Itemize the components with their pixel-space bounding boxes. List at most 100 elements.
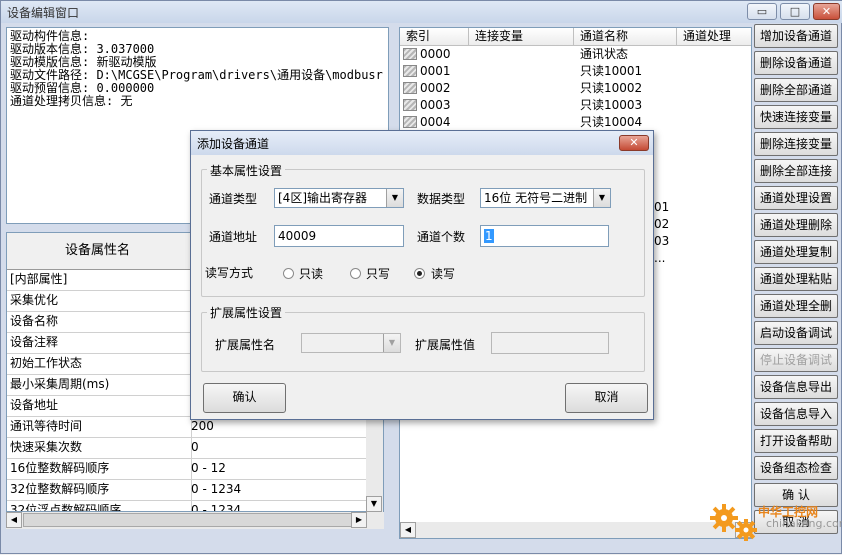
scroll-down-icon[interactable]: ▼ <box>366 496 382 512</box>
channel-row[interactable]: 0003 只读10003 <box>400 97 751 114</box>
column-header-variable[interactable]: 连接变量 <box>469 28 574 46</box>
action-button[interactable]: 通道处理删除 <box>754 213 838 237</box>
channel-icon <box>403 65 417 77</box>
property-row[interactable]: 32位浮点数解码顺序 0 - 1234 <box>7 500 376 511</box>
action-button[interactable]: 删除全部连接 <box>754 159 838 183</box>
channel-type-select[interactable]: [4区]输出寄存器 ▼ <box>274 188 404 208</box>
radio-read-only[interactable] <box>283 268 294 279</box>
action-button[interactable]: 通道处理粘贴 <box>754 267 838 291</box>
action-button[interactable]: 删除设备通道 <box>754 51 838 75</box>
channel-index: 0002 <box>420 81 451 95</box>
channel-name-partial: 01 <box>654 200 670 214</box>
property-name: 32位整数解码顺序 <box>7 479 192 500</box>
action-button[interactable]: 停止设备调试 <box>754 348 838 372</box>
channel-row[interactable]: 0002 只读10002 <box>400 80 751 97</box>
radio-read-only-label[interactable]: 只读 <box>299 265 323 282</box>
channel-count-input[interactable]: 1 <box>480 225 609 247</box>
ext-name-select[interactable]: ▼ <box>301 333 401 353</box>
action-button[interactable]: 打开设备帮助 <box>754 429 838 453</box>
info-line: 驱动文件路径: D:\MCGSE\Program\drivers\通用设备\mo… <box>10 68 383 82</box>
action-button[interactable]: 通道处理复制 <box>754 240 838 264</box>
radio-read-write[interactable] <box>414 268 425 279</box>
channel-icon <box>403 99 417 111</box>
chevron-down-icon[interactable]: ▼ <box>383 334 400 352</box>
channel-address-input[interactable]: 40009 <box>274 225 404 247</box>
properties-horizontal-scrollbar[interactable]: ◀ ▶ <box>6 512 384 529</box>
property-value[interactable]: 0 - 1234 <box>188 479 376 500</box>
scroll-thumb[interactable] <box>23 513 353 527</box>
channel-type-value: [4区]输出寄存器 <box>278 191 367 205</box>
ext-value-input[interactable] <box>491 332 609 354</box>
info-line: 驱动预留信息: 0.000000 <box>10 81 155 95</box>
action-button[interactable]: 删除全部通道 <box>754 78 838 102</box>
watermark-logo: 中华工控网 chinakong.com <box>708 500 842 552</box>
property-name: 32位浮点数解码顺序 <box>7 500 192 511</box>
close-button[interactable]: ✕ <box>813 3 840 20</box>
channel-name: 只读10003 <box>580 98 643 112</box>
info-line: 驱动模版信息: 新驱动模版 <box>10 55 157 69</box>
channel-index: 0004 <box>420 115 451 129</box>
minimize-button[interactable]: ▭ <box>747 3 777 20</box>
data-type-select[interactable]: 16位 无符号二进制 ▼ <box>480 188 611 208</box>
maximize-button[interactable]: □ <box>780 3 810 20</box>
property-name: 设备地址 <box>7 395 192 416</box>
info-line: 驱动版本信息: 3.037000 <box>10 42 155 56</box>
property-name: 设备名称 <box>7 311 192 332</box>
column-header-processing[interactable]: 通道处理 <box>677 28 751 46</box>
property-value[interactable]: 0 <box>188 437 376 458</box>
ext-name-label: 扩展属性名 <box>215 338 276 352</box>
action-button[interactable]: 快速连接变量 <box>754 105 838 129</box>
channel-type-label: 通道类型 <box>209 192 258 206</box>
radio-write-only-label[interactable]: 只写 <box>366 265 390 282</box>
channel-name: 只读10002 <box>580 81 643 95</box>
action-button[interactable]: 设备组态检查 <box>754 456 838 480</box>
radio-write-only[interactable] <box>350 268 361 279</box>
scroll-left-icon[interactable]: ◀ <box>6 512 22 528</box>
basic-settings-legend: 基本属性设置 <box>207 162 286 179</box>
scroll-right-icon[interactable]: ▶ <box>351 512 367 528</box>
property-value[interactable]: 0 - 1234 <box>188 500 376 511</box>
channel-row[interactable]: 0004 只读10004 <box>400 114 751 131</box>
channel-name-partial: ... <box>654 251 666 265</box>
action-button[interactable]: 设备信息导出 <box>754 375 838 399</box>
chevron-down-icon[interactable]: ▼ <box>386 189 403 207</box>
action-button[interactable]: 设备信息导入 <box>754 402 838 426</box>
action-button[interactable]: 启动设备调试 <box>754 321 838 345</box>
channel-index: 0001 <box>420 64 451 78</box>
extended-settings-legend: 扩展属性设置 <box>207 304 286 321</box>
property-name: 16位整数解码顺序 <box>7 458 192 479</box>
action-button[interactable]: 通道处理设置 <box>754 186 838 210</box>
dialog-close-button[interactable]: ✕ <box>619 135 649 151</box>
property-row[interactable]: 32位整数解码顺序 0 - 1234 <box>7 479 373 501</box>
ext-value-label: 扩展属性值 <box>415 338 476 352</box>
channel-list-horizontal-scrollbar[interactable]: ◀ ▶ <box>400 522 751 538</box>
property-name: 初始工作状态 <box>7 353 192 374</box>
channel-name-partial: 03 <box>654 234 670 248</box>
window-title: 设备编辑窗口 <box>7 6 80 20</box>
dialog-title-bar[interactable]: 添加设备通道 ✕ <box>191 131 653 155</box>
action-button[interactable]: 删除连接变量 <box>754 132 838 156</box>
channel-row[interactable]: 0000 通讯状态 <box>400 46 751 63</box>
ok-button[interactable]: 确认 <box>203 383 286 413</box>
property-row[interactable]: 16位整数解码顺序 0 - 12 <box>7 458 373 480</box>
channel-name-partial: 02 <box>654 217 670 231</box>
action-button[interactable]: 增加设备通道 <box>754 24 838 48</box>
dialog-title: 添加设备通道 <box>197 137 270 151</box>
radio-read-write-label[interactable]: 读写 <box>431 265 455 282</box>
title-bar[interactable]: 设备编辑窗口 ▭ □ ✕ <box>1 1 842 23</box>
info-line: 通道处理拷贝信息: 无 <box>10 94 133 108</box>
channel-row[interactable]: 0001 只读10001 <box>400 63 751 80</box>
data-type-value: 16位 无符号二进制 <box>484 191 588 205</box>
channel-icon <box>403 82 417 94</box>
property-name: 设备注释 <box>7 332 192 353</box>
property-row[interactable]: 快速采集次数 0 <box>7 437 373 459</box>
column-header-channel-name[interactable]: 通道名称 <box>574 28 677 46</box>
column-header-index[interactable]: 索引 <box>400 28 469 46</box>
scroll-left-icon[interactable]: ◀ <box>400 522 416 538</box>
channel-count-value: 1 <box>484 229 494 243</box>
action-button[interactable]: 通道处理全删 <box>754 294 838 318</box>
cancel-button[interactable]: 取消 <box>565 383 648 413</box>
chevron-down-icon[interactable]: ▼ <box>593 189 610 207</box>
property-value[interactable]: 0 - 12 <box>188 458 376 479</box>
property-name: [内部属性] <box>7 269 192 290</box>
